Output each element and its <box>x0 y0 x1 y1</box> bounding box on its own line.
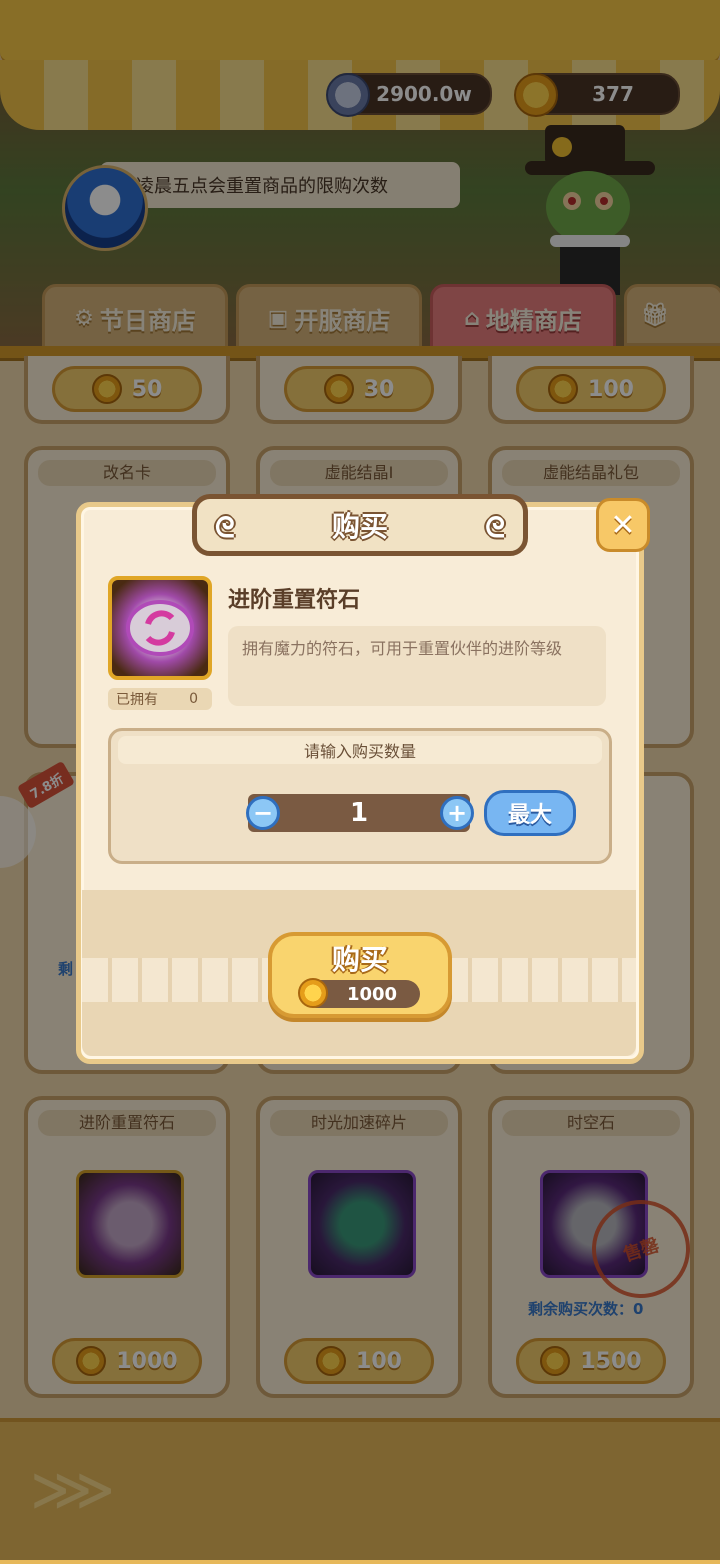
gold-coin-icon <box>298 978 328 1008</box>
swirl-deco-icon: ᘓ <box>485 511 505 544</box>
buy-button-label: 购买 <box>331 943 388 976</box>
rune-icon <box>108 576 212 680</box>
item-name: 进阶重置符石 <box>228 588 361 613</box>
dialog-title-bar: ᘓ 购买 ᘓ <box>192 494 528 556</box>
item-description: 拥有魔力的符石，可用于重置伙伴的进阶等级 <box>228 626 606 706</box>
decrease-button[interactable]: − <box>246 796 280 830</box>
close-button[interactable]: ✕ <box>596 498 650 552</box>
owned-count: 已拥有 0 <box>108 688 212 710</box>
quantity-label: 请输入购买数量 <box>118 736 602 764</box>
refresh-rune-icon <box>126 600 194 656</box>
dialog-title: 购买 <box>331 510 388 543</box>
quantity-input[interactable]: 1 <box>248 794 470 832</box>
max-button[interactable]: 最大 <box>484 790 576 836</box>
swirl-deco-icon: ᘓ <box>215 511 235 544</box>
increase-button[interactable]: + <box>440 796 474 830</box>
